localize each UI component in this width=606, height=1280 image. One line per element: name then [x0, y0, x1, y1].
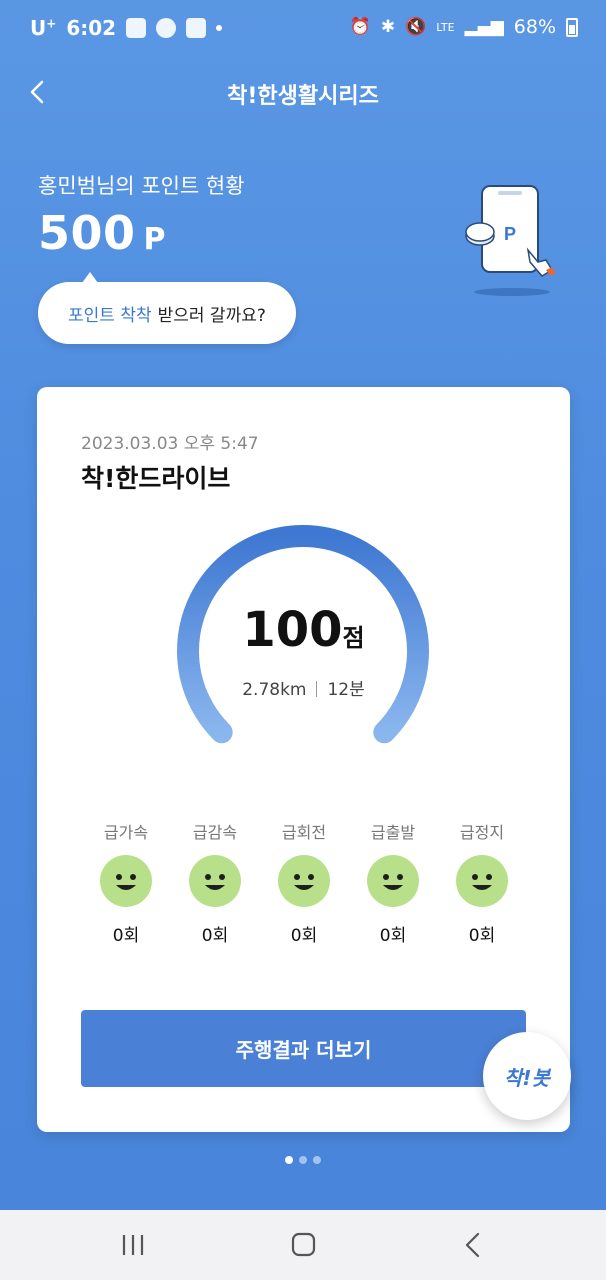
event-item: 급가속 0회: [81, 819, 171, 946]
status-bar: U+ 6:02 ⏰ ✱ 🔇 LTE ▂▄▆ 68%: [0, 0, 606, 56]
event-label: 급출발: [370, 823, 416, 842]
bubble-highlight: 포인트 착착: [68, 305, 152, 326]
event-label: 급가속: [103, 823, 149, 842]
page-dot-active[interactable]: [285, 1156, 293, 1164]
phone-points-illustration: P: [462, 180, 562, 300]
home-icon: [291, 1232, 316, 1257]
system-navigation-bar: [0, 1210, 606, 1280]
alarm-icon: ⏰: [349, 17, 371, 37]
bubble-text: 받으러 갈까요?: [157, 305, 266, 326]
smile-face-icon: [456, 855, 508, 907]
home-button[interactable]: [283, 1228, 323, 1262]
event-count: 0회: [201, 926, 229, 946]
event-count: 0회: [112, 926, 140, 946]
lock-app-icon: [156, 18, 177, 38]
driving-events: 급가속 0회 급감속 0회 급회전 0회 급출발 0회 급정지 0회: [81, 819, 526, 949]
network-type: LTE: [436, 20, 455, 34]
event-count: 0회: [379, 926, 407, 946]
status-left: U+ 6:02: [30, 16, 223, 40]
event-item: 급출발 0회: [348, 819, 438, 946]
event-item: 급회전 0회: [259, 819, 349, 946]
page-indicator: [0, 1156, 606, 1164]
smile-face-icon: [100, 855, 152, 907]
event-count: 0회: [290, 926, 318, 946]
drive-result-card: 2023.03.03 오후 5:47 착!한드라이브 100점 2.78km 12…: [37, 387, 570, 1132]
points-value: 500 P: [38, 206, 167, 260]
smile-face-icon: [278, 855, 330, 907]
event-item: 급감속 0회: [170, 819, 260, 946]
event-label: 급감속: [192, 823, 238, 842]
drive-date: 2023.03.03 오후 5:47: [81, 434, 259, 454]
carrier-label: U+: [30, 16, 57, 40]
svg-text:P: P: [504, 224, 516, 244]
divider: [316, 681, 318, 697]
message-icon: [186, 18, 207, 38]
page-title: 착!한생활시리즈: [227, 84, 379, 109]
card-title: 착!한드라이브: [81, 464, 231, 493]
trip-distance: 2.78km: [242, 680, 307, 700]
trip-info: 2.78km 12분: [37, 675, 570, 700]
system-back-button[interactable]: [453, 1228, 493, 1262]
chatbot-button[interactable]: 착!봇: [483, 1032, 571, 1120]
event-item: 급정지 0회: [437, 819, 527, 946]
points-bubble-button[interactable]: 포인트 착착 받으러 갈까요?: [38, 272, 296, 344]
trip-duration: 12분: [327, 680, 365, 700]
status-time: 6:02: [66, 16, 117, 40]
page-dot[interactable]: [313, 1156, 321, 1164]
smile-face-icon: [367, 855, 419, 907]
event-label: 급정지: [459, 823, 505, 842]
back-icon: [465, 1232, 480, 1258]
recent-apps-button[interactable]: [113, 1228, 153, 1262]
app-header: 착!한생활시리즈: [0, 60, 606, 122]
recent-apps-icon: [122, 1235, 144, 1255]
event-count: 0회: [468, 926, 496, 946]
points-label: 홍민범님의 포인트 현황: [38, 174, 245, 198]
notification-icon: [126, 18, 147, 38]
battery-percent: 68%: [513, 16, 556, 38]
bluetooth-icon: ✱: [380, 17, 396, 37]
drive-score: 100점: [242, 602, 365, 658]
mute-icon: 🔇: [405, 17, 427, 37]
more-results-button[interactable]: 주행결과 더보기: [81, 1010, 526, 1087]
event-label: 급회전: [281, 823, 327, 842]
smile-face-icon: [189, 855, 241, 907]
status-right: ⏰ ✱ 🔇 LTE ▂▄▆ 68%: [350, 16, 578, 38]
signal-icon: ▂▄▆: [464, 17, 504, 37]
battery-icon: [566, 17, 578, 37]
more-notifications-icon: [216, 25, 223, 31]
page-dot[interactable]: [299, 1156, 307, 1164]
